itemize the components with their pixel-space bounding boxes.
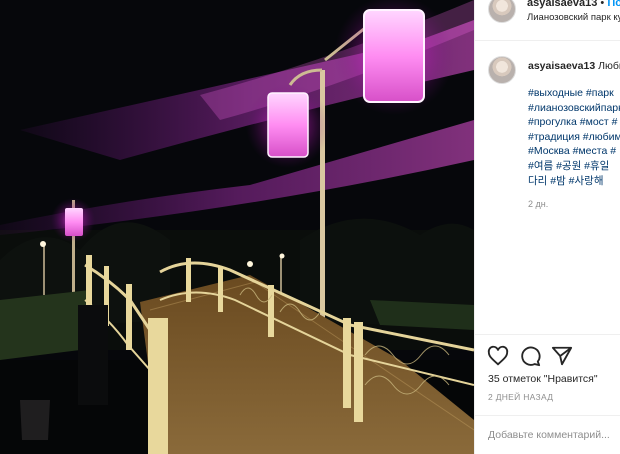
- follow-button[interactable]: Подписаться: [607, 0, 620, 9]
- hashtag-line[interactable]: 다리 #밤 #사랑해: [528, 174, 620, 189]
- header-username[interactable]: asyaisaeva13: [527, 0, 597, 9]
- caption-hashtags: #выходные #парк #лианозовскийпарк #прогу…: [528, 86, 620, 188]
- post-sidebar: asyaisaeva13 • Подписаться Лианозовский …: [474, 0, 620, 454]
- caption-time-ago: 2 дн.: [528, 199, 549, 209]
- caption-avatar[interactable]: [488, 56, 516, 84]
- post-date: 2 ДНЕЙ НАЗАД: [488, 392, 554, 402]
- caption-username[interactable]: asyaisaeva13: [528, 60, 595, 72]
- caption-user-line: asyaisaeva13 Любимый парк: [528, 60, 620, 72]
- comment-icon[interactable]: [519, 345, 541, 367]
- night-park-bridge-image: [0, 0, 474, 454]
- likes-count[interactable]: 35 отметок "Нравится": [488, 373, 598, 385]
- hashtag-line[interactable]: #Москва #места #: [528, 144, 620, 159]
- hashtag-line[interactable]: #выходные #парк: [528, 86, 620, 101]
- actions-section: 35 отметок "Нравится" 2 ДНЕЙ НАЗАД Добав…: [475, 334, 620, 454]
- comment-box[interactable]: Добавьте комментарий...: [475, 415, 620, 454]
- avatar[interactable]: [488, 0, 516, 23]
- hashtag-line[interactable]: #традиция #любимое: [528, 130, 620, 145]
- header-username-line: asyaisaeva13 • Подписаться: [527, 0, 620, 9]
- comment-input[interactable]: Добавьте комментарий...: [488, 429, 610, 441]
- caption-text-start: Любимый парк: [598, 60, 620, 72]
- heart-icon[interactable]: [487, 345, 509, 367]
- share-icon[interactable]: [551, 345, 573, 367]
- hashtag-line[interactable]: #лианозовскийпарк: [528, 101, 620, 116]
- post-header: asyaisaeva13 • Подписаться Лианозовский …: [475, 0, 620, 41]
- hashtag-line[interactable]: #прогулка #мост #: [528, 115, 620, 130]
- location-link[interactable]: Лианозовский парк культуры и отдыха: [527, 12, 620, 23]
- hashtag-line[interactable]: #여름 #공원 #휴일: [528, 159, 620, 174]
- header-separator: •: [600, 0, 605, 9]
- post-photo[interactable]: [0, 0, 474, 454]
